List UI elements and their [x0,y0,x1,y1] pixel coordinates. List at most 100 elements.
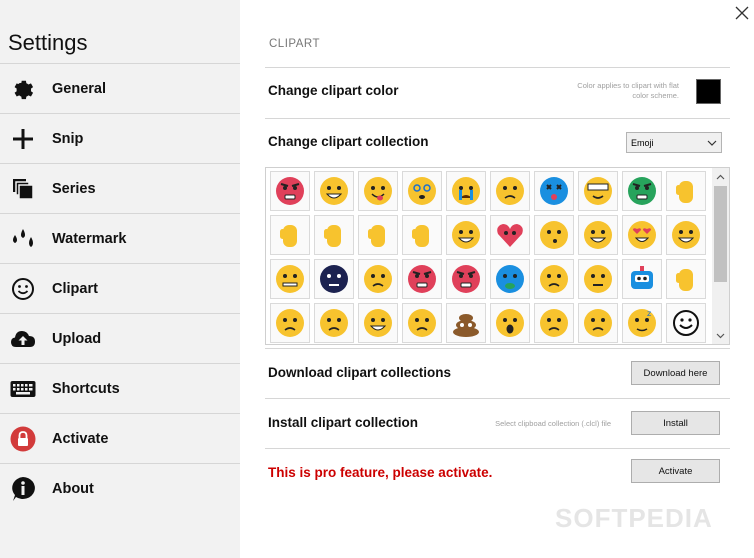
clipart-item[interactable] [402,171,442,211]
sidebar-item-snip[interactable]: Snip [0,113,240,163]
scroll-up-button[interactable] [712,168,729,185]
emoji-icon [280,225,297,247]
clipart-item[interactable] [534,303,574,343]
clipart-item[interactable] [358,259,398,299]
clipart-item[interactable] [490,215,530,255]
lock-icon [10,426,36,452]
emoji-icon [368,225,385,247]
clipart-item[interactable] [314,303,354,343]
clipart-item[interactable] [270,215,310,255]
install-button[interactable]: Install [631,411,720,435]
clipart-item[interactable] [534,171,574,211]
sidebar-item-watermark[interactable]: Watermark [0,213,240,263]
clipart-item[interactable] [402,259,442,299]
clipart-item[interactable] [490,303,530,343]
scrollbar[interactable] [712,168,729,344]
clipart-item[interactable] [578,171,618,211]
clipart-item[interactable] [578,303,618,343]
emoji-icon [320,265,348,293]
clipart-item[interactable] [270,303,310,343]
chevron-up-icon [716,174,725,179]
clipart-item[interactable] [446,215,486,255]
clipart-item[interactable] [490,259,530,299]
clipart-item[interactable] [446,171,486,211]
clipart-item[interactable] [314,259,354,299]
keyboard-icon [10,376,36,402]
emoji-icon [584,221,612,249]
install-label: Install clipart collection [268,415,419,430]
sidebar-item-general[interactable]: General [0,63,240,113]
emoji-icon [452,265,480,293]
emoji-icon [496,309,524,337]
clipart-item[interactable] [534,259,574,299]
emoji-icon [540,221,568,249]
clipart-item[interactable] [622,259,662,299]
sidebar-item-label: About [52,480,94,497]
section-title: CLIPART [269,38,321,50]
emoji-icon [276,265,304,293]
clipart-item[interactable] [446,303,486,343]
clipart-item[interactable] [534,215,574,255]
close-icon [735,6,749,20]
clipart-item[interactable] [578,215,618,255]
emoji-icon [540,265,568,293]
sidebar-item-upload[interactable]: Upload [0,313,240,363]
clipart-item[interactable]: z [622,303,662,343]
scroll-down-button[interactable] [712,327,729,344]
svg-text:z: z [647,309,651,318]
sidebar-item-activate[interactable]: Activate [0,413,240,463]
close-button[interactable] [733,4,751,22]
sidebar-item-about[interactable]: About [0,463,240,513]
download-label: Download clipart collections [268,365,452,380]
emoji-icon [276,309,304,337]
clipart-item[interactable] [622,215,662,255]
clipart-item[interactable] [666,215,706,255]
sidebar-item-label: Clipart [52,280,98,297]
emoji-icon [452,177,480,205]
clipart-item[interactable] [314,215,354,255]
emoji-icon: z [628,309,656,337]
clipart-item[interactable] [270,171,310,211]
clipart-item[interactable] [358,303,398,343]
clipart-item[interactable] [578,259,618,299]
clipart-item[interactable] [622,171,662,211]
clipart-item[interactable] [666,171,706,211]
clipart-grid: z [265,167,730,345]
sidebar-item-series[interactable]: Series [0,163,240,213]
chevron-down-icon [716,333,725,338]
gear-icon [10,76,36,102]
emoji-icon [364,309,392,337]
scrollbar-thumb[interactable] [714,186,727,282]
clipart-item[interactable] [402,303,442,343]
emoji-icon [540,177,568,205]
pro-feature-message: This is pro feature, please activate. [268,465,493,480]
clipart-item[interactable] [270,259,310,299]
sidebar-item-label: Snip [52,130,84,147]
clipart-item[interactable] [358,171,398,211]
emoji-icon [452,221,480,249]
clipart-item[interactable] [314,171,354,211]
emoji-icon [676,269,693,291]
sidebar-item-shortcuts[interactable]: Shortcuts [0,363,240,413]
sidebar-item-label: Watermark [52,230,127,247]
emoji-icon [496,265,524,293]
collection-select[interactable]: Emoji [626,132,722,153]
download-button[interactable]: Download here [631,361,720,385]
emoji-icon [364,177,392,205]
activate-button[interactable]: Activate [631,459,720,483]
clipart-item[interactable] [446,259,486,299]
sidebar-item-clipart[interactable]: Clipart [0,263,240,313]
emoji-icon [453,314,479,337]
emoji-icon [540,309,568,337]
clipart-item[interactable] [402,215,442,255]
clipart-item[interactable] [358,215,398,255]
clipart-item[interactable] [666,303,706,343]
sidebar-nav: General Snip Series Watermark Clipart Up… [0,63,240,513]
info-icon [10,476,36,502]
clipart-item[interactable] [490,171,530,211]
emoji-icon [320,309,348,337]
plus-icon [10,126,36,152]
download-row: Download clipart collections Download he… [265,348,730,398]
color-swatch[interactable] [696,79,721,104]
clipart-item[interactable] [666,259,706,299]
